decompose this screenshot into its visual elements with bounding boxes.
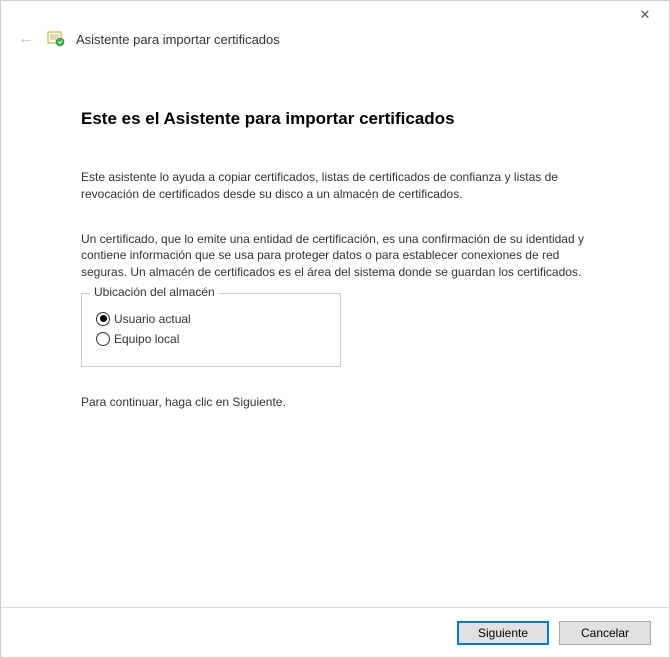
close-button[interactable]: ✕	[629, 3, 661, 27]
radio-label-current-user: Usuario actual	[114, 312, 191, 326]
wizard-footer: Siguiente Cancelar	[1, 607, 669, 657]
radio-current-user[interactable]: Usuario actual	[96, 312, 326, 326]
back-button: ←	[16, 29, 36, 49]
continue-instruction: Para continuar, haga clic en Siguiente.	[81, 395, 599, 409]
intro-paragraph-1: Este asistente lo ayuda a copiar certifi…	[81, 169, 599, 203]
radio-icon	[96, 332, 110, 346]
wizard-title: Asistente para importar certificados	[76, 32, 280, 47]
wizard-content: Este es el Asistente para importar certi…	[1, 49, 669, 409]
store-location-legend: Ubicación del almacén	[90, 285, 219, 299]
intro-paragraph-2: Un certificado, que lo emite una entidad…	[81, 231, 599, 281]
next-button[interactable]: Siguiente	[457, 621, 549, 645]
page-heading: Este es el Asistente para importar certi…	[81, 109, 599, 129]
store-location-group: Ubicación del almacén Usuario actual Equ…	[81, 293, 341, 367]
close-icon: ✕	[640, 7, 651, 23]
certificate-icon	[46, 29, 66, 49]
radio-icon	[96, 312, 110, 326]
radio-label-local-machine: Equipo local	[114, 332, 179, 346]
radio-local-machine[interactable]: Equipo local	[96, 332, 326, 346]
cancel-button[interactable]: Cancelar	[559, 621, 651, 645]
wizard-header: ← Asistente para importar certificados	[1, 1, 669, 49]
back-arrow-icon: ←	[18, 30, 34, 48]
